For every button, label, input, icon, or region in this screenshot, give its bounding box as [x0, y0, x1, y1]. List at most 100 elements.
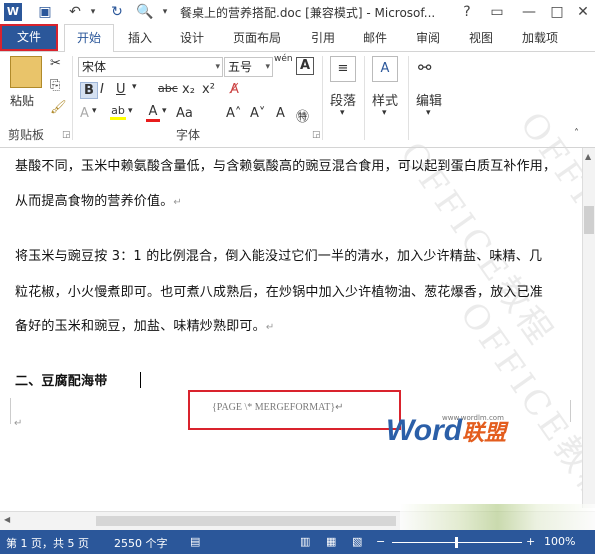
ribbon: 粘贴 ✂ ⎘ 🖌 剪贴板 ◲ 宋体 ▾ 五号 ▾ wén A B I U ▾ a…: [0, 52, 595, 148]
zoom-slider-thumb[interactable]: [455, 537, 458, 548]
logo-cn: 联盟: [462, 421, 507, 446]
shrink-font-icon[interactable]: A˅: [250, 106, 265, 121]
phonetic-guide-icon[interactable]: wén: [274, 54, 293, 64]
print-layout-icon[interactable]: ▦: [326, 535, 336, 548]
customize-qat-icon[interactable]: ▾: [156, 3, 174, 21]
font-launcher-icon[interactable]: ◲: [312, 130, 321, 140]
help-button[interactable]: ?: [458, 3, 476, 21]
text-cursor: [140, 372, 141, 388]
field-code-text: {PAGE \* MERGEFORMAT}: [212, 402, 336, 413]
paste-button[interactable]: 粘贴: [10, 92, 34, 109]
text-effects-icon[interactable]: A: [80, 106, 89, 121]
tab-file[interactable]: 文件: [0, 24, 58, 51]
text-line: 基酸不同，玉米中赖氨酸含量低，与含赖氨酸高的豌豆混合食用，可以起到蛋白质互补作用…: [15, 159, 557, 174]
font-size-box[interactable]: 五号 ▾: [224, 57, 273, 77]
paste-icon[interactable]: [10, 56, 42, 88]
tab-page-layout[interactable]: 页面布局: [233, 29, 281, 46]
zoom-level[interactable]: 100%: [544, 535, 575, 548]
tab-add-ins[interactable]: 加载项: [522, 29, 558, 46]
change-case-icon[interactable]: Aa: [176, 106, 193, 121]
word-app-icon[interactable]: W: [4, 3, 22, 21]
styles-icon[interactable]: A: [372, 56, 398, 82]
scroll-up-icon[interactable]: ▲: [585, 152, 591, 161]
page-field-code[interactable]: {PAGE \* MERGEFORMAT}↵: [212, 402, 344, 413]
scroll-left-icon[interactable]: ◀: [4, 515, 10, 524]
binoculars-icon[interactable]: ⚯: [418, 58, 431, 77]
paragraph-text[interactable]: 基酸不同，玉米中赖氨酸含量低，与含赖氨酸高的豌豆混合食用，可以起到蛋白质互补作用…: [15, 155, 575, 179]
vertical-scrollbar[interactable]: ▲: [582, 148, 595, 508]
chevron-down-icon[interactable]: ▾: [132, 82, 137, 92]
underline-icon[interactable]: U: [116, 82, 126, 97]
maximize-button[interactable]: □: [548, 3, 566, 21]
tab-view[interactable]: 视图: [469, 29, 493, 46]
editing-button[interactable]: 编辑: [416, 90, 442, 109]
styles-button[interactable]: 样式: [372, 90, 398, 109]
chevron-down-icon[interactable]: ▾: [92, 106, 97, 116]
divider: [364, 56, 365, 140]
strikethrough-icon[interactable]: abc: [158, 82, 178, 95]
char-shading-icon[interactable]: A: [276, 106, 285, 121]
enclose-char-icon[interactable]: ㊕: [296, 106, 309, 125]
copy-icon[interactable]: ⎘: [50, 78, 60, 93]
clipboard-launcher-icon[interactable]: ◲: [62, 130, 71, 140]
paragraph-text[interactable]: 备好的玉米和豌豆，加盐、味精炒熟即可。↵: [15, 315, 575, 340]
font-color-icon[interactable]: A: [146, 104, 160, 122]
undo-icon[interactable]: ↶: [66, 3, 84, 21]
clear-formatting-icon[interactable]: A̸: [230, 82, 239, 97]
paragraph-button[interactable]: 段落: [330, 90, 356, 109]
logo-url: www.wordlm.com: [442, 414, 504, 422]
horizontal-scrollbar[interactable]: ◀: [0, 504, 595, 530]
italic-icon[interactable]: I: [100, 82, 104, 97]
text-line: 粒花椒，小火慢煮即可。也可煮八成熟后，在炒锅中加入少许植物油、葱花爆香，放入已准: [15, 285, 544, 300]
paragraph-text[interactable]: 粒花椒，小火慢煮即可。也可煮八成熟后，在炒锅中加入少许植物油、葱花爆香，放入已准: [15, 281, 575, 305]
tab-design[interactable]: 设计: [180, 29, 204, 46]
font-name-box[interactable]: 宋体 ▾: [78, 57, 223, 77]
zoom-in-icon[interactable]: +: [526, 535, 535, 548]
chevron-down-icon: ▾: [215, 62, 220, 72]
superscript-icon[interactable]: x²: [202, 82, 215, 97]
font-name-value: 宋体: [82, 60, 107, 74]
format-painter-icon[interactable]: 🖌: [50, 100, 67, 115]
ribbon-tabs: 文件 开始 插入 设计 页面布局 引用 邮件 审阅 视图 加载项: [0, 24, 595, 52]
paragraph-mark: ↵: [14, 418, 23, 429]
word-lianmeng-logo: Word联盟 www.wordlm.com: [386, 414, 506, 448]
font-size-value: 五号: [228, 60, 253, 74]
tab-references[interactable]: 引用: [311, 29, 335, 46]
close-button[interactable]: ✕: [574, 3, 592, 21]
paragraph-icon[interactable]: ≡: [330, 56, 356, 82]
status-bar: 第 1 页，共 5 页 2550 个字 ▤ ▥ ▦ ▧ − + 100%: [0, 530, 595, 554]
divider: [408, 56, 409, 140]
text-line: 从而提高食物的营养价值。: [15, 194, 174, 209]
web-layout-icon[interactable]: ▧: [352, 535, 362, 548]
proofing-icon[interactable]: ▤: [190, 535, 200, 548]
bold-icon[interactable]: B: [80, 82, 98, 99]
grow-font-icon[interactable]: A˄: [226, 106, 241, 121]
highlight-icon[interactable]: ab: [110, 104, 126, 120]
cut-icon[interactable]: ✂: [50, 56, 61, 71]
chevron-down-icon[interactable]: ▾: [128, 106, 133, 116]
tab-home[interactable]: 开始: [64, 24, 114, 52]
tab-insert[interactable]: 插入: [128, 29, 152, 46]
ribbon-display-options-button[interactable]: ▭: [488, 3, 506, 21]
character-border-icon[interactable]: A: [296, 57, 314, 75]
tab-review[interactable]: 审阅: [416, 29, 440, 46]
paragraph-mark: ↵: [173, 197, 182, 208]
paragraph-text[interactable]: 从而提高食物的营养价值。↵: [15, 190, 575, 215]
zoom-out-icon[interactable]: −: [376, 535, 385, 548]
chevron-down-icon[interactable]: ▾: [162, 106, 167, 116]
hscroll-thumb[interactable]: [96, 516, 396, 526]
clipboard-group-label: 剪贴板: [8, 128, 45, 142]
subscript-icon[interactable]: x₂: [182, 82, 195, 97]
page-count[interactable]: 第 1 页，共 5 页: [6, 535, 89, 551]
paragraph-mark: ↵: [335, 402, 344, 413]
tab-mailings[interactable]: 邮件: [363, 29, 387, 46]
minimize-button[interactable]: —: [520, 3, 538, 21]
word-count[interactable]: 2550 个字: [114, 535, 168, 551]
undo-dropdown-icon[interactable]: ▾: [84, 3, 102, 21]
print-preview-icon[interactable]: 🔍: [136, 3, 154, 21]
redo-icon[interactable]: ↻: [108, 3, 126, 21]
save-icon[interactable]: ▣: [36, 3, 54, 21]
paragraph-text[interactable]: 将玉米与豌豆按 3：1 的比例混合，倒入能没过它们一半的清水，加入少许精盐、味精…: [15, 245, 575, 269]
read-mode-icon[interactable]: ▥: [300, 535, 310, 548]
scroll-thumb[interactable]: [584, 206, 594, 234]
